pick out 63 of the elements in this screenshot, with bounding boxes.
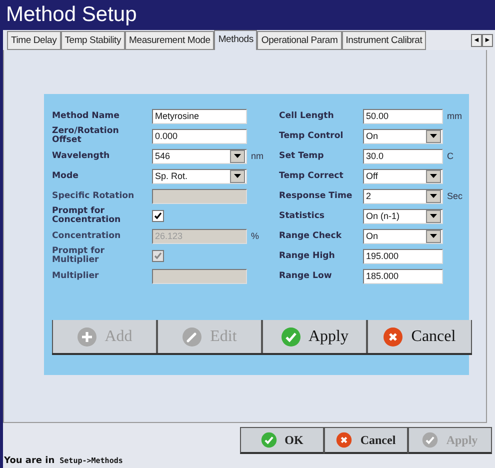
caret-icon — [430, 234, 437, 238]
tab[interactable]: Instrument Calibrat — [342, 31, 426, 50]
field-label: Zero/Rotation Offset — [52, 127, 120, 145]
check-icon — [422, 432, 438, 448]
tab[interactable]: Methods — [214, 30, 258, 50]
dropdown[interactable]: Sp. Rot. — [152, 168, 247, 184]
field-label: Range High — [278, 252, 336, 260]
dropdown[interactable]: 2 — [363, 188, 443, 204]
caret-icon — [430, 174, 437, 178]
checkbox[interactable] — [152, 210, 164, 222]
unit-label: mm — [446, 111, 463, 121]
tab[interactable]: Operational Param — [257, 31, 342, 50]
tab[interactable]: Time Delay — [7, 31, 61, 50]
window-title: Method Setup — [3, 0, 495, 30]
caret-icon — [430, 134, 437, 138]
caret-icon — [234, 154, 241, 158]
dropdown[interactable]: On (n-1) — [363, 208, 443, 224]
unit-label: Sec — [446, 191, 464, 201]
field-label: Concentration — [52, 232, 122, 240]
field-label: Set Temp — [278, 152, 325, 160]
dropdown[interactable]: 546 — [152, 148, 247, 164]
unit-label: % — [250, 231, 260, 241]
caret-icon — [430, 194, 437, 198]
field-label: Cell Length — [278, 112, 335, 120]
caret-icon — [430, 214, 437, 218]
dropdown[interactable]: On — [363, 128, 443, 144]
field-label: Method Name — [52, 112, 120, 120]
field-label: Response Time — [278, 192, 354, 200]
tab[interactable]: Temp Stability — [60, 31, 126, 50]
dialog-button[interactable]: Cancel — [324, 427, 408, 454]
close-icon — [336, 432, 352, 448]
field-label: Temp Correct — [278, 172, 344, 180]
field-label: Multiplier — [52, 272, 100, 280]
caret-icon — [234, 174, 241, 178]
dropdown[interactable]: Off — [363, 168, 443, 184]
input-field[interactable]: Metyrosine — [152, 108, 247, 124]
dropdown[interactable]: On — [363, 228, 443, 244]
action-button[interactable]: Cancel — [367, 320, 472, 353]
field-label: Wavelength — [52, 152, 111, 160]
field-label: Prompt for Multiplier — [52, 247, 106, 265]
field-label: Range Low — [278, 272, 333, 280]
check-icon — [260, 432, 277, 448]
field-label: Prompt for Concentration — [52, 207, 122, 225]
status-text: You are in — [4, 456, 55, 466]
plus-icon — [76, 326, 97, 346]
check-icon — [280, 326, 300, 346]
action-button[interactable]: Apply — [262, 320, 367, 353]
unit-label: C — [446, 151, 454, 161]
field-label: Range Check — [278, 232, 343, 240]
field-label: Statistics — [278, 212, 326, 220]
tab[interactable]: Measurement Mode — [125, 31, 214, 50]
input-field[interactable]: 185.000 — [363, 268, 443, 284]
field-label: Mode — [52, 172, 80, 180]
input-field[interactable]: 30.0 — [363, 148, 443, 164]
close-icon — [383, 326, 404, 346]
input-field[interactable]: 0.000 — [152, 128, 247, 144]
pencil-icon — [182, 326, 202, 346]
field-label: Specific Rotation — [52, 192, 136, 200]
input-field[interactable]: 50.00 — [363, 108, 443, 124]
field-label: Temp Control — [278, 132, 344, 140]
input-field[interactable]: 195.000 — [363, 248, 443, 264]
unit-label: nm — [250, 151, 265, 161]
dialog-button[interactable]: OK — [240, 427, 324, 454]
